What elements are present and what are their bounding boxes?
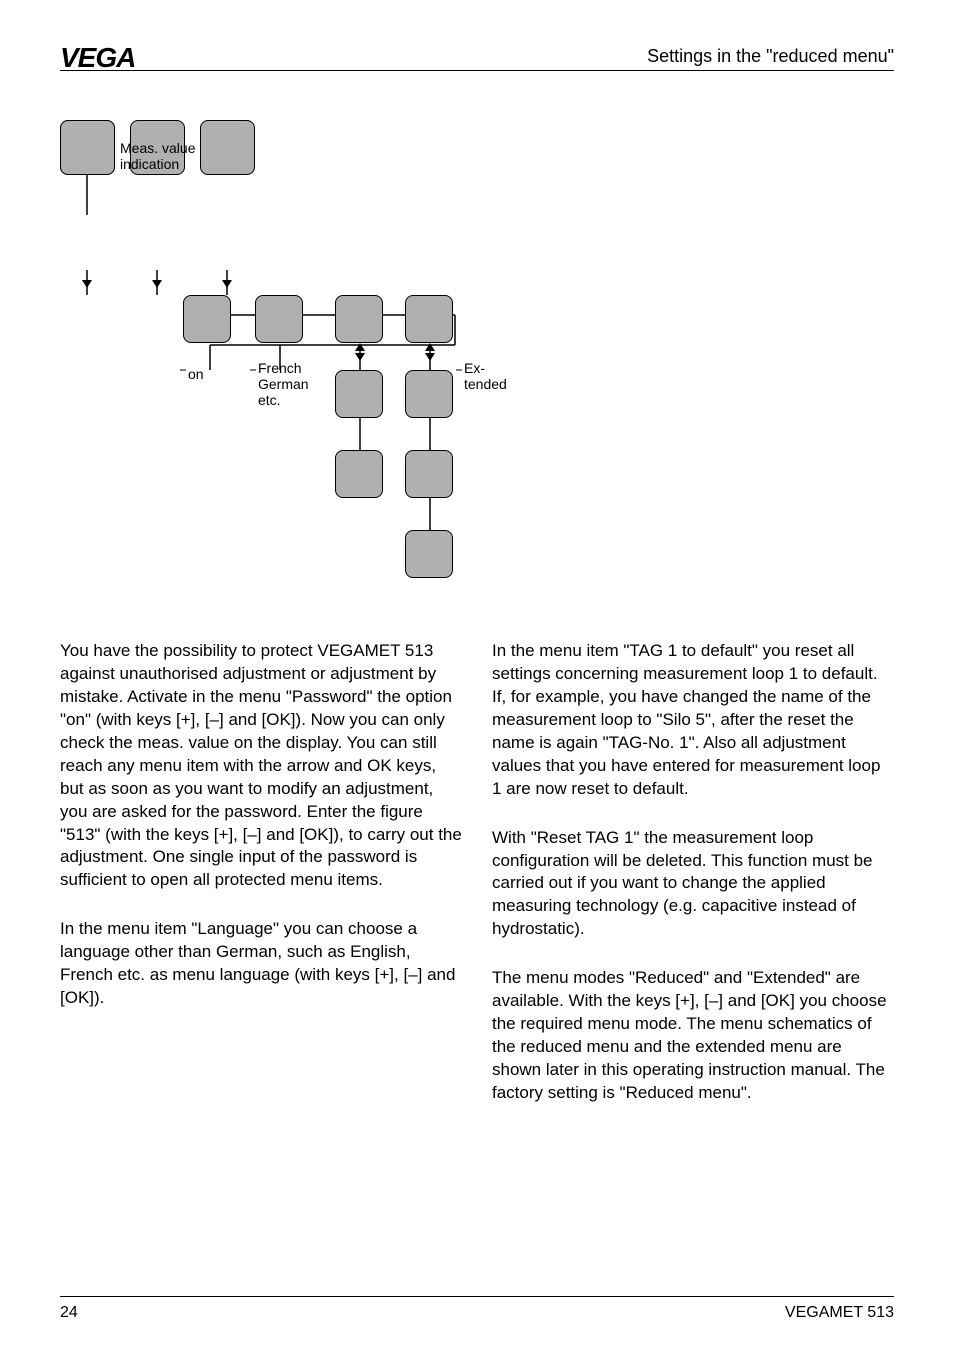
section-title: Settings in the "reduced menu"	[647, 46, 894, 67]
diagram-node	[405, 295, 453, 343]
diagram-node	[405, 370, 453, 418]
diagram-label-ext: Ex-tended	[464, 360, 507, 392]
para-password: You have the possibility to protect VEGA…	[60, 640, 462, 892]
para-language: In the menu item "Language" you can choo…	[60, 918, 462, 1010]
footer-rule	[60, 1296, 894, 1297]
diagram-node	[335, 450, 383, 498]
header-rule	[60, 70, 894, 71]
para-tag-default: In the menu item "TAG 1 to default" you …	[492, 640, 894, 801]
diagram-node	[183, 295, 231, 343]
menu-diagram: Meas. valueindication on FrenchGermanetc…	[60, 120, 520, 580]
diagram-node	[405, 530, 453, 578]
diagram-node	[60, 120, 115, 175]
diagram-node	[200, 120, 255, 175]
diagram-label-meas: Meas. valueindication	[120, 140, 195, 172]
diagram-node	[335, 370, 383, 418]
para-menu-modes: The menu modes "Reduced" and "Extended" …	[492, 967, 894, 1105]
para-reset-tag: With "Reset TAG 1" the measurement loop …	[492, 827, 894, 942]
left-column: You have the possibility to protect VEGA…	[60, 640, 462, 1282]
diagram-label-on: on	[188, 366, 204, 382]
page-number: 24	[60, 1304, 78, 1322]
diagram-node	[255, 295, 303, 343]
diagram-node	[405, 450, 453, 498]
diagram-label-lang: FrenchGermanetc.	[258, 360, 309, 408]
right-column: In the menu item "TAG 1 to default" you …	[492, 640, 894, 1282]
diagram-node	[335, 295, 383, 343]
product-name: VEGAMET 513	[785, 1304, 894, 1322]
